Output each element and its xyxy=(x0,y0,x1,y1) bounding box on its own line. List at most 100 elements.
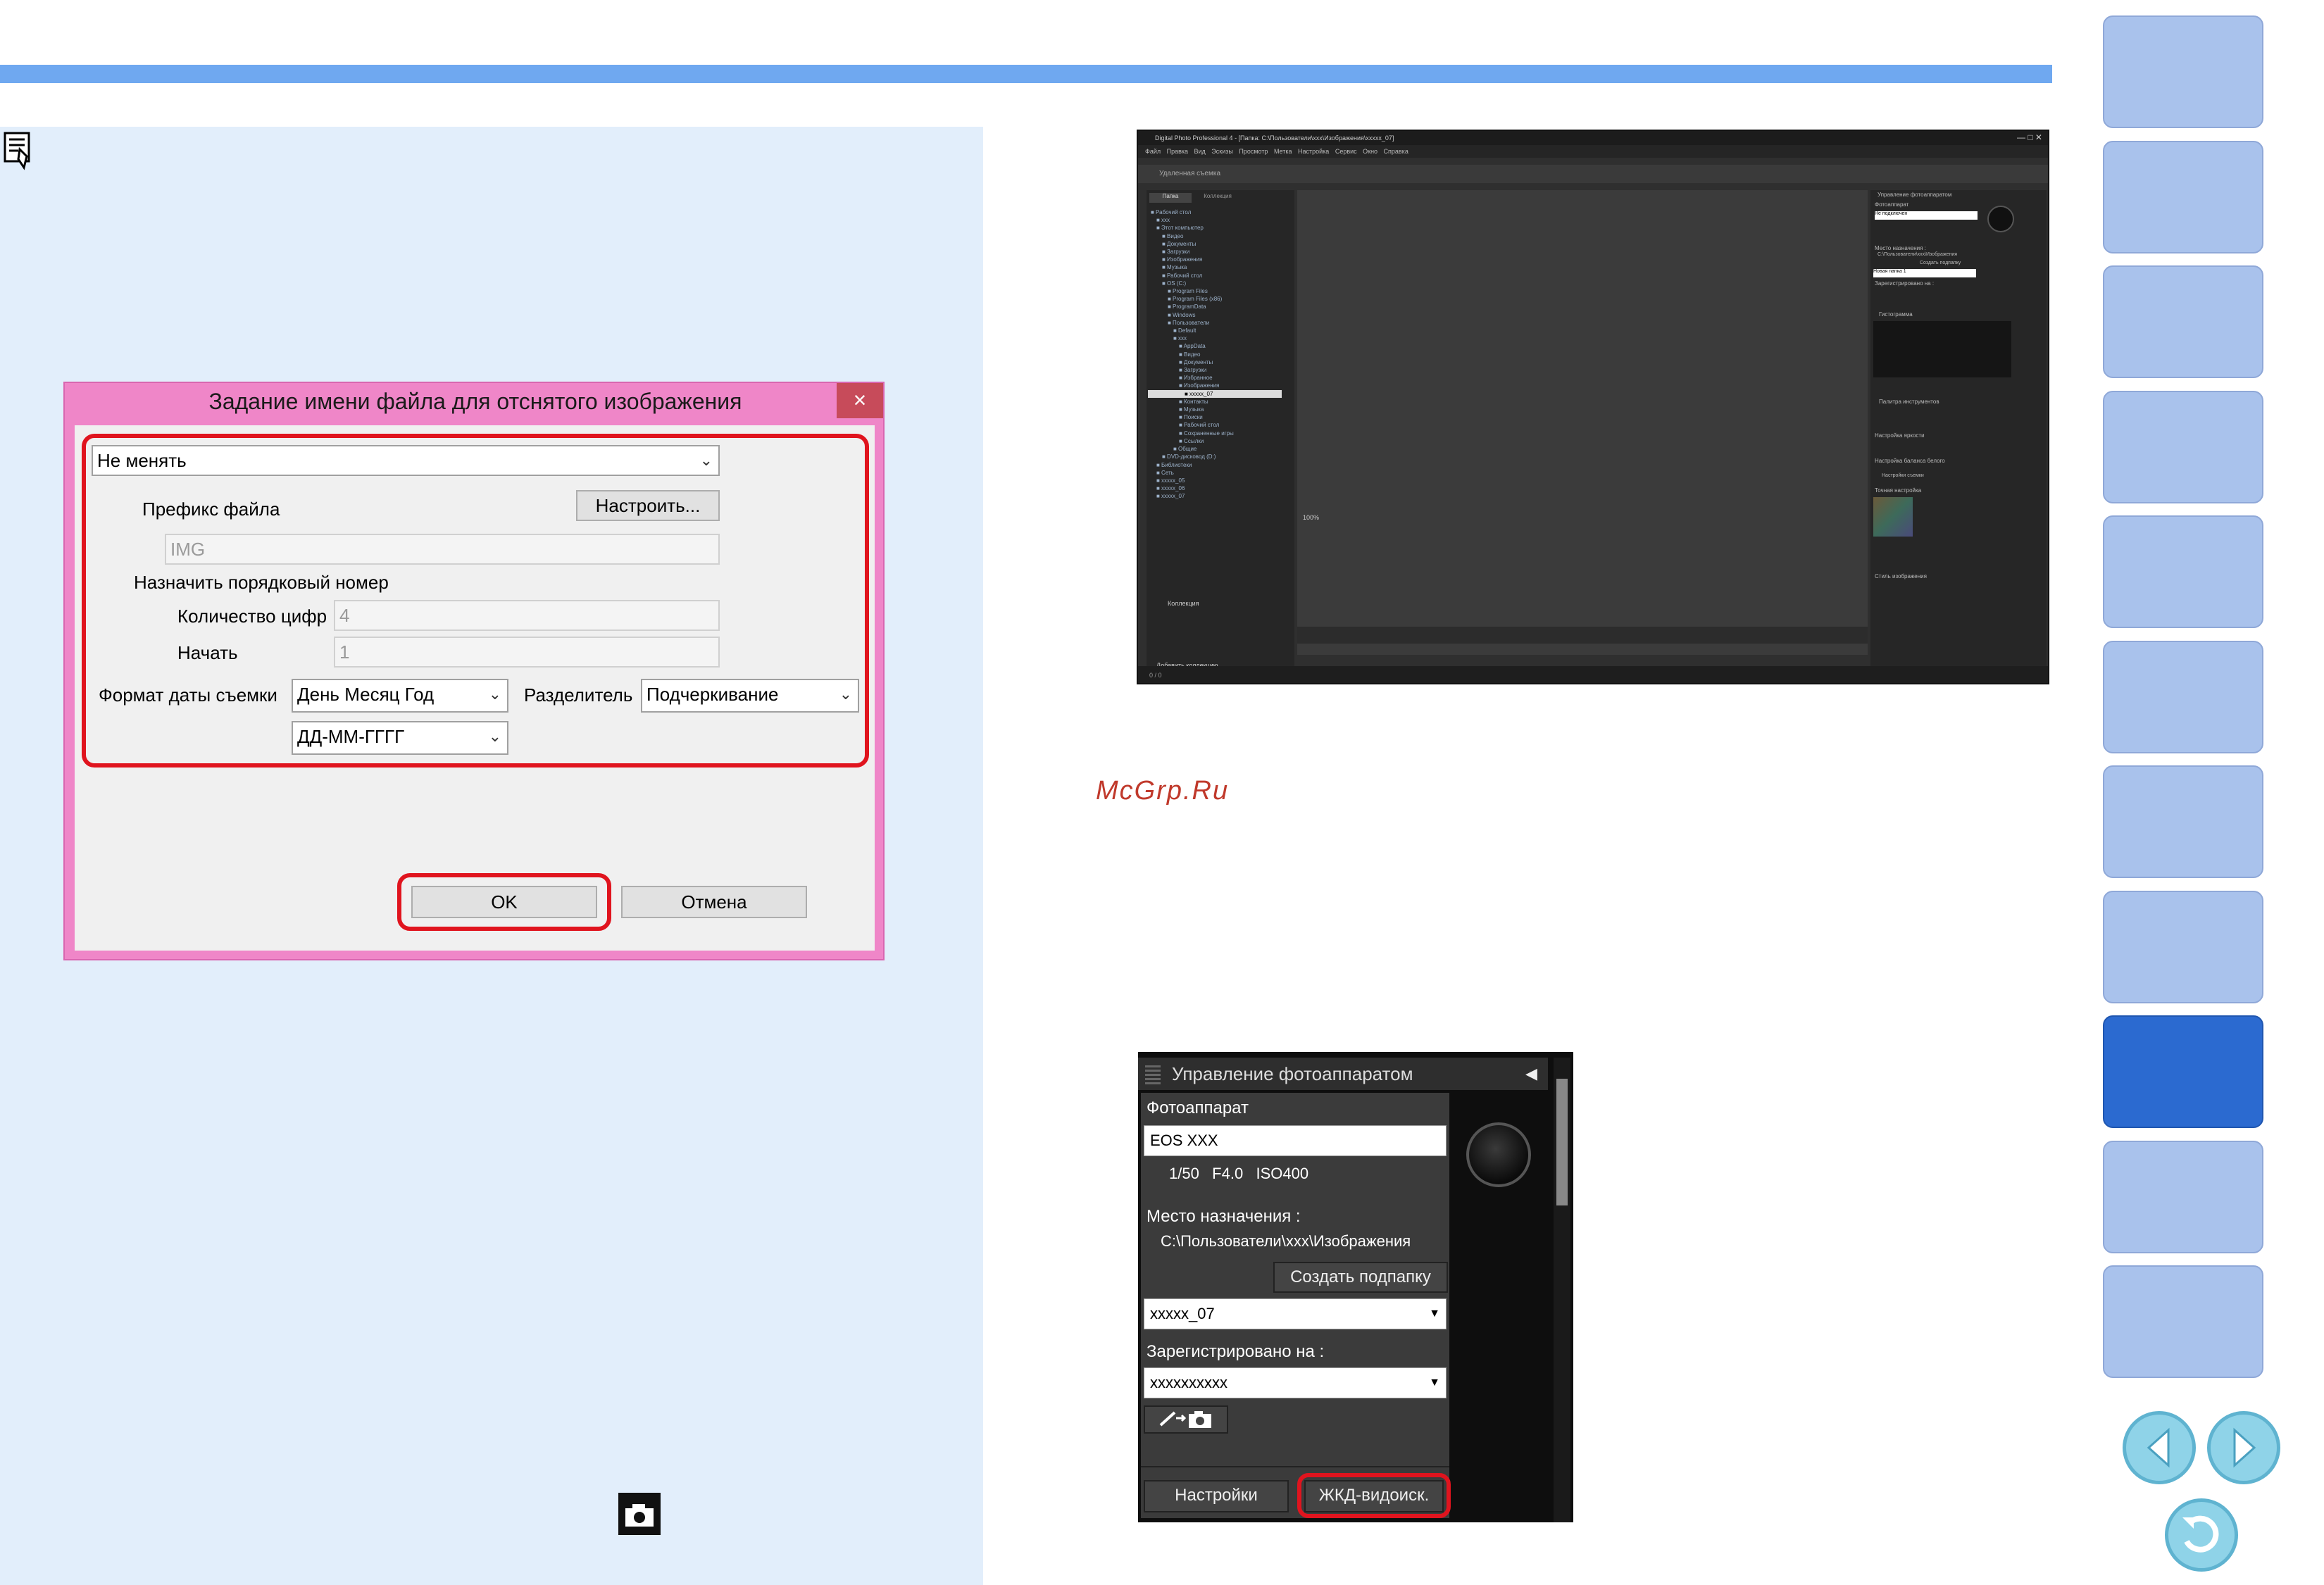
tree-item[interactable]: ■ DVD-дисковод (D:) xyxy=(1148,453,1282,461)
tree-item[interactable]: ■ AppData xyxy=(1148,342,1282,350)
scrollbar[interactable] xyxy=(1554,1058,1570,1522)
chapter-tab[interactable] xyxy=(2103,140,2263,253)
status-count: 0 / 0 xyxy=(1149,672,1162,679)
chapter-tab[interactable] xyxy=(2103,765,2263,878)
tree-item[interactable]: ■ Ссылки xyxy=(1148,437,1282,445)
chapter-tab[interactable] xyxy=(2103,1015,2263,1128)
tree-item[interactable]: ■ Рабочий стол xyxy=(1148,272,1282,280)
collapse-arrow-icon[interactable]: ◀ xyxy=(1525,1065,1537,1083)
rp-shot-settings[interactable]: Настройки съемки xyxy=(1882,473,1924,478)
grip-icon[interactable] xyxy=(1145,1063,1161,1084)
tree-item[interactable]: ■ Избранное xyxy=(1148,374,1282,382)
create-subfolder-button[interactable]: Создать подпапку xyxy=(1273,1262,1448,1293)
zoom-readout[interactable]: 100% xyxy=(1303,514,1319,521)
live-view-button[interactable]: ЖКД-видоиск. xyxy=(1304,1480,1444,1512)
tree-item[interactable]: ■ xxxxx_06 xyxy=(1148,484,1282,492)
chapter-tab[interactable] xyxy=(2103,265,2263,378)
wb-color-grid[interactable] xyxy=(1873,497,1913,537)
rp-brightness: Настройка яркости xyxy=(1875,432,1925,439)
tree-item[interactable]: ■ Загрузки xyxy=(1148,248,1282,256)
window-controls[interactable]: — □ ✕ xyxy=(2017,132,2042,142)
settings-button[interactable]: Настройки xyxy=(1144,1480,1289,1512)
tree-item[interactable]: ■ Program Files xyxy=(1148,287,1282,295)
configure-button[interactable]: Настроить... xyxy=(576,490,720,521)
tree-item[interactable]: ■ Изображения xyxy=(1148,382,1282,389)
chapter-tab[interactable] xyxy=(2103,515,2263,628)
prefix-field[interactable]: IMG xyxy=(165,534,720,565)
dpp-titlebar: Digital Photo Professional 4 - [Папка: C… xyxy=(1138,131,2048,145)
chapter-tab[interactable] xyxy=(2103,15,2263,128)
tree-item[interactable]: ■ Сохраненные игры xyxy=(1148,430,1282,437)
tree-item[interactable]: ■ xxxxx_07 xyxy=(1148,492,1282,500)
chapter-tab[interactable] xyxy=(2103,890,2263,1003)
tree-item[interactable]: ■ Музыка xyxy=(1148,263,1282,271)
camera-control-panel: Управление фотоаппаратом ◀ Фотоаппарат E… xyxy=(1138,1052,1573,1522)
scroll-thumb[interactable] xyxy=(1556,1079,1568,1205)
tree-item[interactable]: ■ Видео xyxy=(1148,232,1282,240)
tree-item[interactable]: ■ Изображения xyxy=(1148,256,1282,263)
separator-select[interactable]: Подчеркивание ⌄ xyxy=(641,679,859,713)
folder-tree[interactable]: ■ Рабочий стол ■ xxx ■ Этот компьютер ■ Вид… xyxy=(1148,208,1282,582)
tree-item[interactable]: ■ Этот компьютер xyxy=(1148,224,1282,232)
digits-field[interactable]: 4 xyxy=(334,600,720,631)
tree-item[interactable]: ■ Сеть xyxy=(1148,469,1282,477)
folder-select[interactable]: xxxxx_07 ▼ xyxy=(1144,1298,1447,1329)
start-field[interactable]: 1 xyxy=(334,637,720,668)
rp-create-folder[interactable]: Создать подпапку xyxy=(1920,261,1961,265)
chevron-down-icon: ⌄ xyxy=(488,727,501,745)
shutter-dial[interactable] xyxy=(1466,1122,1531,1187)
thumbnail-toolbar[interactable] xyxy=(1297,627,1868,644)
rp-title: Управление фотоаппаратом xyxy=(1878,192,1952,198)
rp-camera-field[interactable]: Не подключен xyxy=(1875,211,1978,220)
tree-item[interactable]: ■ Видео xyxy=(1148,351,1282,358)
chevron-down-icon: ⌄ xyxy=(839,685,852,703)
ok-button[interactable]: OK xyxy=(411,886,597,918)
tree-item[interactable]: ■ Общие xyxy=(1148,445,1282,453)
tree-item[interactable]: ■ xxx xyxy=(1148,216,1282,224)
tree-item[interactable]: ■ Поиски xyxy=(1148,413,1282,421)
tree-item[interactable]: ■ xxx xyxy=(1148,334,1282,342)
register-camera-button[interactable] xyxy=(1144,1405,1228,1434)
rp-dial[interactable] xyxy=(1987,206,2014,232)
tree-item[interactable]: ■ Документы xyxy=(1148,240,1282,248)
dpp-menubar[interactable]: Файл Правка Вид Эскизы Просмотр Метка На… xyxy=(1138,145,2048,158)
camera-field[interactable]: EOS XXX xyxy=(1144,1125,1447,1156)
tree-item[interactable]: ■ OS (C:) xyxy=(1148,280,1282,287)
tree-item[interactable]: ■ Windows xyxy=(1148,311,1282,319)
tree-item[interactable]: ■ Загрузки xyxy=(1148,366,1282,374)
tree-item[interactable]: ■ Program Files (x86) xyxy=(1148,295,1282,303)
watermark: McGrp.Ru xyxy=(1096,776,1230,806)
tab-folder[interactable]: Папка xyxy=(1149,193,1192,203)
tree-item[interactable]: ■ Документы xyxy=(1148,358,1282,366)
date-pattern-select[interactable]: ДД-ММ-ГГГГ ⌄ xyxy=(292,721,508,755)
tree-item[interactable]: ■ xxxxx_05 xyxy=(1148,477,1282,484)
rp-folder-field[interactable]: Новая папка 1 xyxy=(1873,269,1976,277)
prev-page-button[interactable] xyxy=(2123,1411,2196,1484)
right-panel: Управление фотоаппаратом Фотоаппарат Не … xyxy=(1870,190,2047,676)
close-button[interactable]: × xyxy=(837,383,883,418)
tree-item[interactable]: ■ Библиотеки xyxy=(1148,461,1282,469)
tree-item[interactable]: ■ Музыка xyxy=(1148,406,1282,413)
date-order-select[interactable]: День Месяц Год ⌄ xyxy=(292,679,508,713)
tree-item[interactable]: ■ Рабочий стол xyxy=(1148,421,1282,429)
ccp-header: Управление фотоаппаратом xyxy=(1138,1058,1548,1090)
chapter-tab[interactable] xyxy=(2103,390,2263,503)
remote-shooting-label[interactable]: Удаленная съемка xyxy=(1159,170,1220,177)
top-rule xyxy=(0,65,2052,83)
naming-select[interactable]: Не менять ⌄ xyxy=(92,445,720,476)
registered-select[interactable]: xxxxxxxxxx ▼ xyxy=(1144,1367,1447,1398)
tree-item[interactable]: ■ xxxxx_07 xyxy=(1148,389,1282,398)
tree-item[interactable]: ■ Default xyxy=(1148,327,1282,334)
tree-item[interactable]: ■ Контакты xyxy=(1148,398,1282,406)
chapter-tab[interactable] xyxy=(2103,1140,2263,1253)
chapter-tab[interactable] xyxy=(2103,1265,2263,1378)
return-button[interactable] xyxy=(2165,1498,2238,1572)
chapter-tab[interactable] xyxy=(2103,640,2263,753)
cancel-button[interactable]: Отмена xyxy=(621,886,807,918)
tree-item[interactable]: ■ ProgramData xyxy=(1148,303,1282,311)
tree-item[interactable]: ■ Пользователи xyxy=(1148,319,1282,327)
next-page-button[interactable] xyxy=(2207,1411,2280,1484)
tab-collection[interactable]: Коллекция xyxy=(1193,193,1242,203)
camera-icon xyxy=(618,1493,661,1535)
tree-item[interactable]: ■ Рабочий стол xyxy=(1148,208,1282,216)
